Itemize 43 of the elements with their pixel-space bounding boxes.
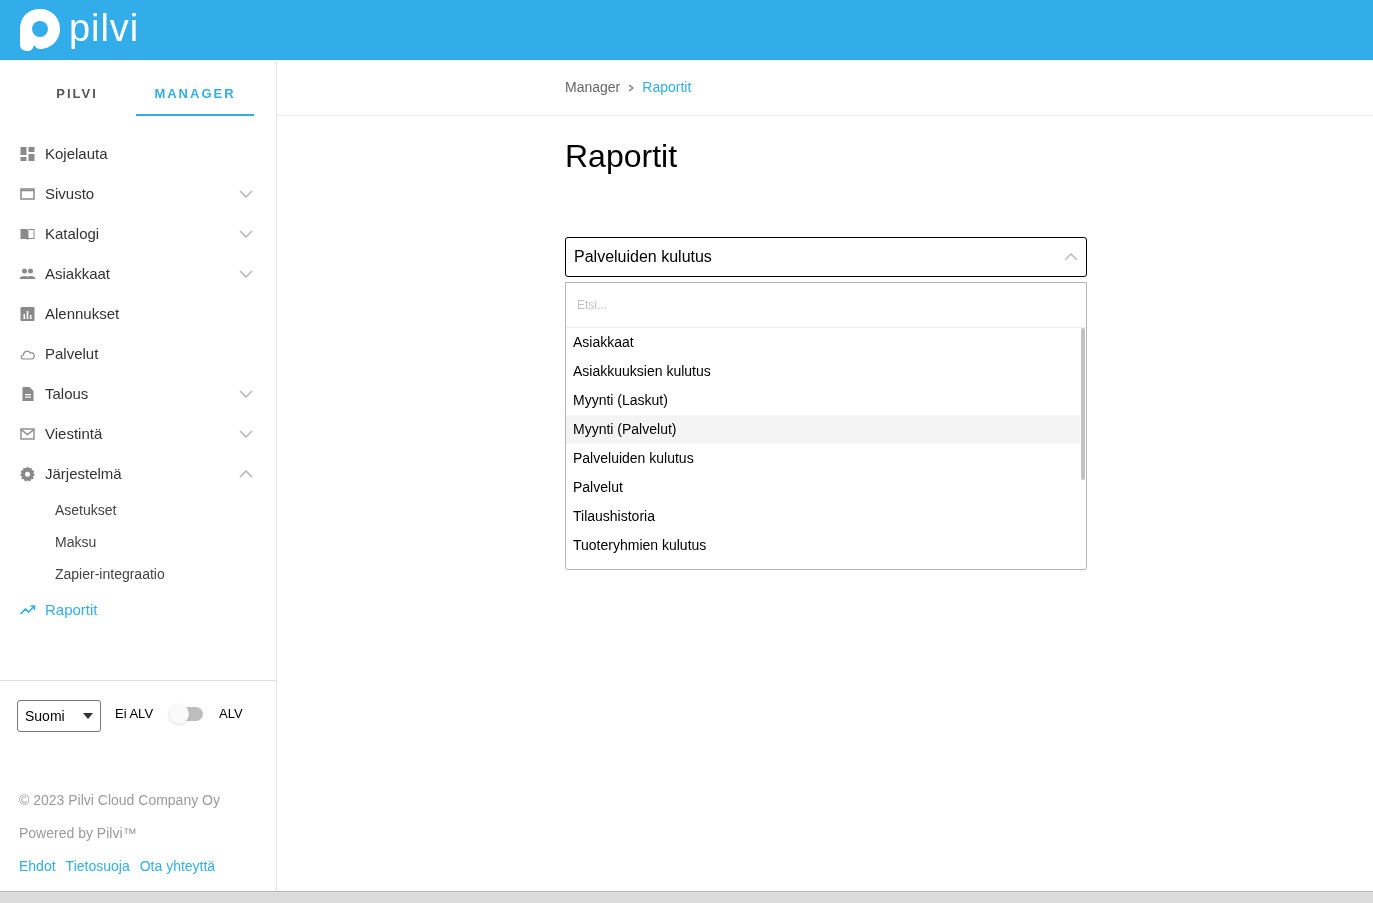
sidebar-subitem[interactable]: Asetukset [19,494,257,526]
sidebar-item[interactable]: Asiakkaat [19,254,257,294]
sidebar-item[interactable]: Katalogi [19,214,257,254]
dropdown-option[interactable]: Asiakkuuksien kulutus [566,357,1080,386]
mail-icon [19,426,36,442]
window-icon [19,186,36,202]
sidebar-item[interactable]: Palvelut [19,334,257,374]
chart-icon [19,306,36,322]
dropdown-option[interactable]: Palveluiden kulutus [566,444,1080,473]
toggle-label: Ei ALV [115,705,154,723]
powered-by-text: Powered by Pilvi™ [19,824,138,843]
logo-text: pilvi [69,9,140,51]
dropdown-option[interactable]: Myynti (Laskut) [566,386,1080,415]
sidebar-subitem[interactable]: Zapier-integraatio [19,558,257,590]
page-title: Raportit [565,137,679,176]
dropdown-option[interactable]: Tuoteryhmien kulutus [566,531,1080,560]
sidebar-item[interactable]: Sivusto [19,174,257,214]
sidebar-tab[interactable]: PILVI [18,74,136,116]
gear-icon [19,466,36,482]
toggle-label: ALV [219,705,243,723]
scrollbar-thumb[interactable] [1081,328,1085,480]
dropdown-option[interactable]: Tilaushistoria [566,502,1080,531]
sidebar-item[interactable]: Kojelauta [19,134,257,174]
dropdown-arrow-icon [83,713,93,719]
language-select[interactable]: Suomi [17,700,101,732]
people-icon [19,266,36,282]
dropdown-option[interactable]: Myynti (Palvelut) [566,415,1080,444]
logo-icon [19,8,61,52]
copyright-text: © 2023 Pilvi Cloud Company Oy [19,791,221,810]
dropdown-option[interactable]: Palvelut [566,473,1080,502]
dropdown-option[interactable]: Asiakkaat [566,328,1080,357]
sidebar-subitem[interactable]: Maksu [19,526,257,558]
search-field[interactable]: Etsi... [566,283,1086,328]
breadcrumb-link[interactable]: Manager [565,77,621,98]
chevron-right-icon [628,83,635,92]
report-select[interactable]: Palveluiden kulutus [565,237,1087,277]
vat-switch[interactable] [169,706,204,721]
sidebar-item[interactable]: Alennukset [19,294,257,334]
sidebar-item[interactable]: Viestintä [19,414,257,454]
dashboard-icon [19,146,36,162]
book-icon [19,226,36,242]
sidebar-item[interactable]: Talous [19,374,257,414]
sidebar-item[interactable]: Järjestelmä [19,454,257,494]
